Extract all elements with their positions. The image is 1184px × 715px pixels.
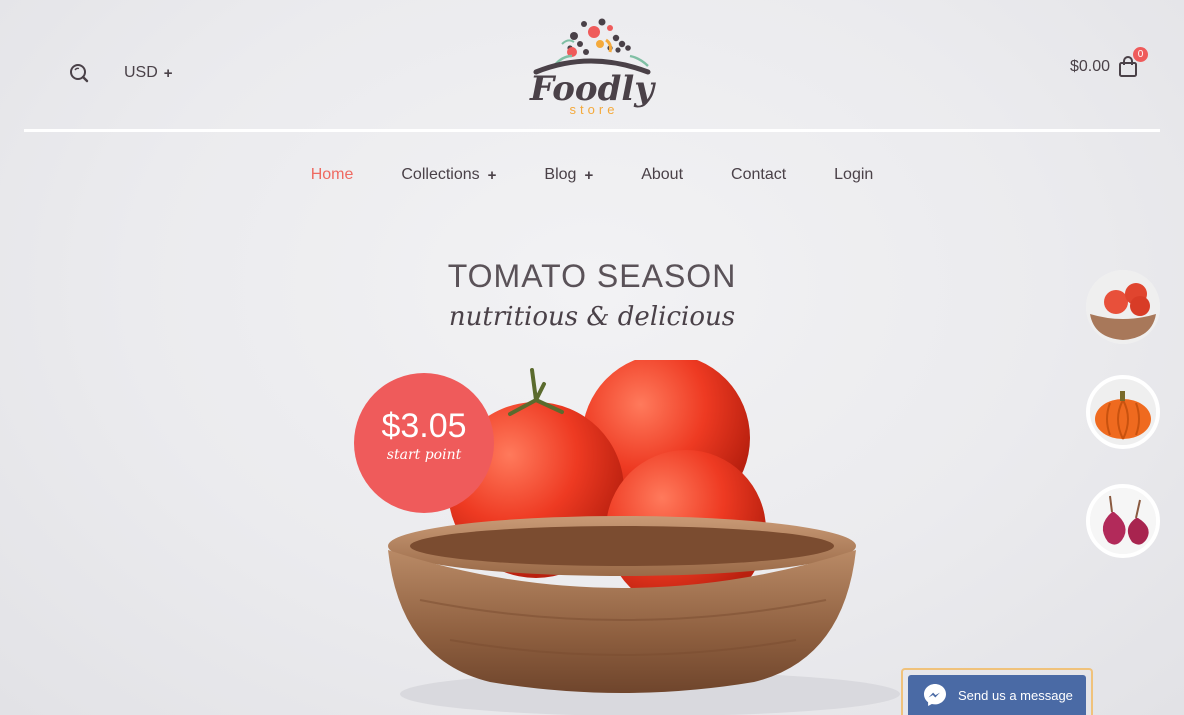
store-logo[interactable]: Foodly store bbox=[522, 14, 662, 118]
nav-item-about[interactable]: About bbox=[641, 166, 683, 184]
nav-item-blog[interactable]: Blog + bbox=[544, 166, 593, 184]
nav-item-label: About bbox=[641, 166, 684, 183]
tomatoes-thumbnail-icon bbox=[1086, 270, 1160, 344]
hero-subtitle: nutritious & delicious bbox=[448, 302, 736, 332]
nav-item-login[interactable]: Login bbox=[834, 166, 873, 184]
nav-item-collections[interactable]: Collections + bbox=[401, 166, 496, 184]
nav-item-label: Home bbox=[310, 166, 354, 183]
price-note: start point bbox=[386, 447, 462, 463]
price-badge: $3.05 start point bbox=[354, 373, 494, 513]
logo-sub: store bbox=[570, 102, 619, 117]
messenger-widget: Send us a message bbox=[901, 668, 1093, 715]
nav-item-label: Blog bbox=[544, 166, 577, 183]
currency-label: USD bbox=[124, 64, 158, 81]
price-value: $3.05 bbox=[381, 407, 467, 445]
slide-thumb-tomatoes[interactable] bbox=[1086, 270, 1160, 344]
plus-icon: + bbox=[584, 166, 594, 184]
pumpkin-thumbnail-icon bbox=[1090, 379, 1156, 445]
nav-item-home[interactable]: Home bbox=[311, 166, 354, 184]
cart-button[interactable]: $0.00 0 bbox=[1069, 47, 1148, 78]
nav-item-label: Collections bbox=[401, 166, 480, 183]
nav-item-label: Contact bbox=[731, 166, 787, 183]
nav-item-contact[interactable]: Contact bbox=[731, 166, 786, 184]
nav-item-label: Login bbox=[834, 166, 874, 183]
header-divider bbox=[24, 129, 1160, 132]
hero-title: TOMATO SEASON bbox=[447, 258, 737, 294]
search-icon[interactable] bbox=[68, 62, 90, 84]
slide-thumb-onions[interactable] bbox=[1086, 484, 1160, 558]
slide-thumb-pumpkin[interactable] bbox=[1086, 375, 1160, 449]
site-header: USD + Foodly store $0.00 0 bbox=[0, 0, 1184, 132]
messenger-icon bbox=[924, 684, 946, 706]
cart-total: $0.00 bbox=[1069, 58, 1110, 75]
currency-selector[interactable]: USD + bbox=[124, 64, 173, 82]
main-nav: Home Collections + Blog + About Contact … bbox=[0, 166, 1184, 184]
cart-count-badge: 0 bbox=[1133, 47, 1148, 62]
onions-thumbnail-icon bbox=[1090, 488, 1156, 554]
shopping-bag-icon: 0 bbox=[1118, 47, 1148, 78]
plus-icon: + bbox=[163, 64, 173, 82]
plus-icon: + bbox=[487, 166, 497, 184]
send-message-label: Send us a message bbox=[958, 687, 1073, 703]
send-message-button[interactable]: Send us a message bbox=[908, 675, 1086, 715]
